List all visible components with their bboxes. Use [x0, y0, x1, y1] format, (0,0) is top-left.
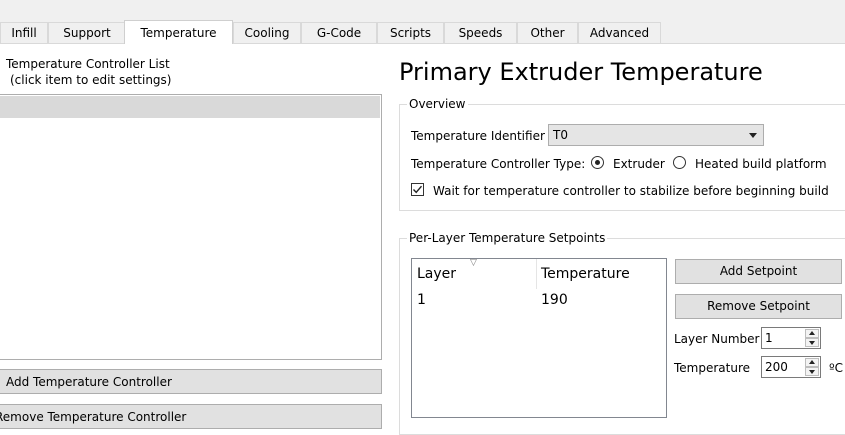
- extruder-radio-label: Extruder: [613, 157, 665, 171]
- remove-temperature-controller-button[interactable]: Remove Temperature Controller: [0, 404, 382, 429]
- button-label: Add Temperature Controller: [6, 375, 172, 389]
- tab-label: G-Code: [316, 26, 362, 40]
- temperature-label: Temperature: [674, 361, 751, 375]
- tab-cooling[interactable]: Cooling: [233, 22, 301, 43]
- remove-setpoint-button[interactable]: Remove Setpoint: [675, 294, 842, 319]
- spin-down-icon[interactable]: [805, 367, 819, 376]
- tab-advanced[interactable]: Advanced: [578, 22, 661, 43]
- list-item-selected[interactable]: [0, 96, 380, 118]
- identifier-value: T0: [553, 128, 568, 142]
- page-title: Primary Extruder Temperature: [399, 58, 763, 86]
- button-label: Remove Setpoint: [707, 299, 810, 313]
- spin-up-icon[interactable]: [805, 358, 819, 367]
- tab-label: Speeds: [458, 26, 503, 40]
- setpoints-group-title: Per-Layer Temperature Setpoints: [407, 231, 608, 245]
- tab-speeds[interactable]: Speeds: [444, 22, 517, 43]
- tab-label: Temperature: [140, 26, 217, 40]
- cell-temperature: 190: [541, 292, 568, 308]
- tab-infill[interactable]: Infill: [0, 22, 48, 43]
- setpoints-table[interactable]: ▽ Layer Temperature 1 190: [411, 258, 667, 418]
- controller-list-title: Temperature Controller List: [6, 57, 170, 71]
- checkmark-icon: [412, 185, 423, 194]
- button-label: Remove Temperature Controller: [0, 410, 187, 424]
- tab-label: Infill: [11, 26, 37, 40]
- layer-number-label: Layer Number: [674, 332, 760, 346]
- heated-build-platform-radio[interactable]: [673, 156, 686, 169]
- cell-layer: 1: [417, 292, 426, 308]
- tab-label: Support: [63, 26, 111, 40]
- add-temperature-controller-button[interactable]: Add Temperature Controller: [0, 369, 382, 394]
- tab-other[interactable]: Other: [517, 22, 578, 43]
- button-label: Add Setpoint: [719, 264, 798, 278]
- tab-temperature[interactable]: Temperature: [124, 20, 233, 44]
- tab-label: Other: [530, 26, 565, 40]
- spin-down-icon[interactable]: [805, 338, 819, 347]
- extruder-radio[interactable]: [591, 156, 604, 169]
- heated-build-platform-label: Heated build platform: [695, 157, 827, 171]
- table-row[interactable]: 1 190: [412, 289, 666, 311]
- tab-gcode[interactable]: G-Code: [301, 22, 377, 43]
- sort-indicator-icon: ▽: [470, 258, 477, 268]
- temperature-controller-list[interactable]: [0, 94, 382, 360]
- controller-list-hint: (click item to edit settings): [10, 73, 172, 87]
- layer-number-value: 1: [765, 331, 773, 345]
- wait-stabilize-label: Wait for temperature controller to stabi…: [433, 184, 829, 198]
- temperature-unit: ºC: [829, 361, 844, 375]
- wait-stabilize-checkbox[interactable]: [411, 183, 424, 196]
- tab-label: Advanced: [589, 26, 650, 40]
- identifier-label: Temperature Identifier: [411, 129, 545, 143]
- radio-selected-dot: [595, 160, 600, 165]
- column-header-layer[interactable]: Layer: [417, 266, 456, 282]
- add-setpoint-button[interactable]: Add Setpoint: [675, 259, 842, 284]
- controller-type-label: Temperature Controller Type:: [411, 157, 586, 171]
- temperature-value: 200: [765, 360, 788, 374]
- tab-label: Scripts: [389, 26, 432, 40]
- column-header-temperature[interactable]: Temperature: [541, 266, 630, 282]
- tab-scripts[interactable]: Scripts: [377, 22, 444, 43]
- spin-up-icon[interactable]: [805, 329, 819, 338]
- temperature-identifier-select[interactable]: T0: [548, 124, 764, 146]
- column-divider: [536, 259, 537, 289]
- chevron-down-icon: [749, 133, 757, 138]
- tab-bar: Infill Support Temperature Cooling G-Cod…: [0, 0, 845, 44]
- temperature-spinbox[interactable]: 200: [761, 356, 821, 378]
- tab-label: Cooling: [244, 26, 290, 40]
- tab-support[interactable]: Support: [48, 22, 126, 43]
- overview-group-title: Overview: [407, 97, 468, 111]
- layer-number-spinbox[interactable]: 1: [761, 327, 821, 349]
